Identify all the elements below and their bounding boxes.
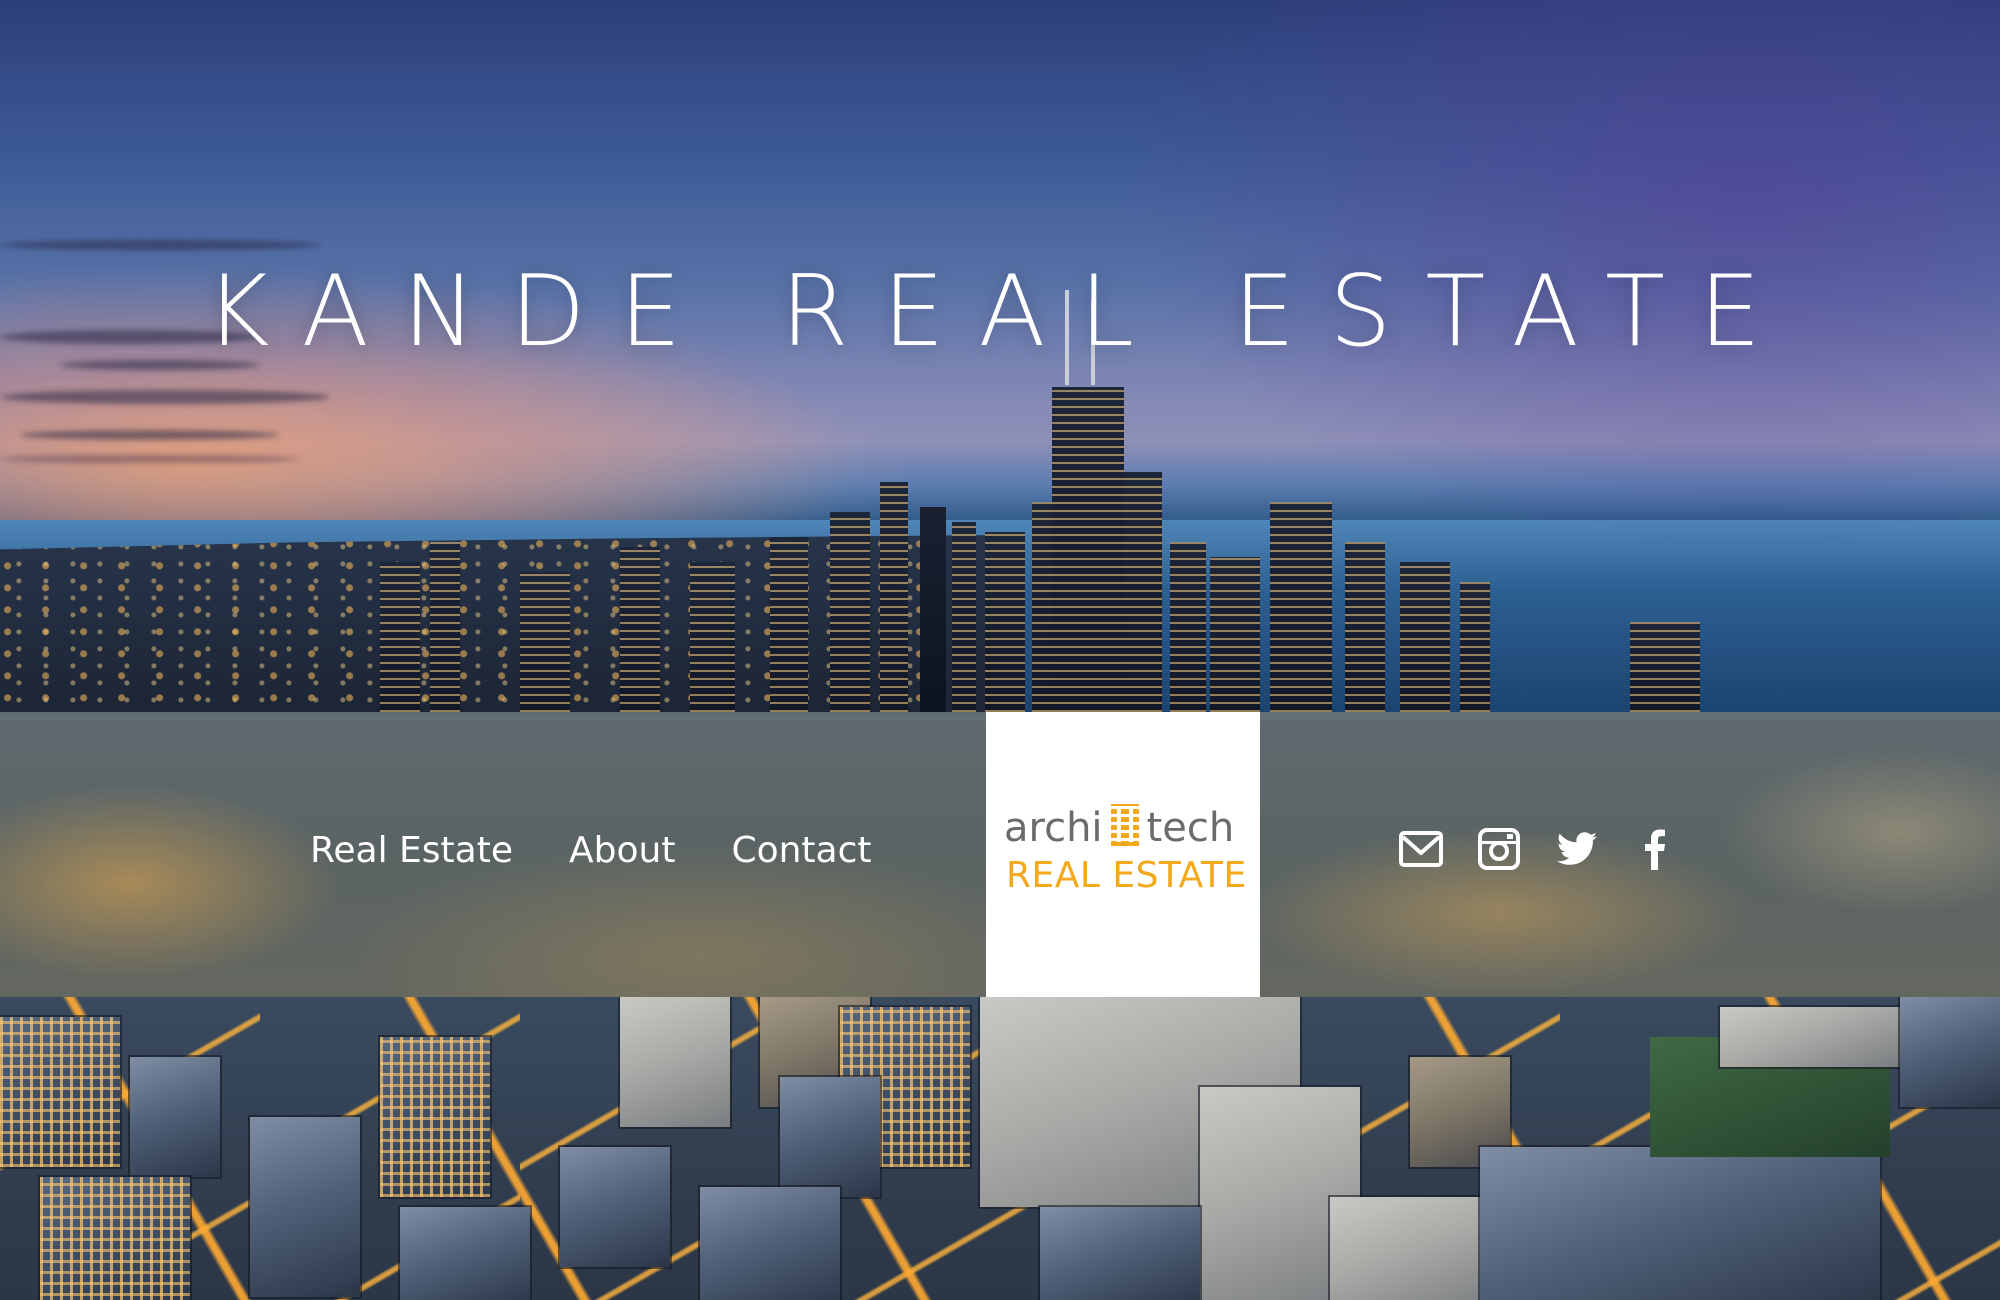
page: KANDE REAL ESTATE Real Estate About Cont… bbox=[0, 0, 2000, 1300]
twitter-icon[interactable] bbox=[1554, 826, 1600, 872]
city-aerial-view bbox=[0, 997, 2000, 1300]
logo-text-archi: archi bbox=[1004, 805, 1103, 851]
tall-tower bbox=[1052, 387, 1124, 712]
brand-logo[interactable]: archi tech REAL ESTATE bbox=[986, 712, 1260, 997]
cloud bbox=[20, 430, 280, 440]
nav-item-about[interactable]: About bbox=[569, 830, 675, 871]
cloud bbox=[0, 240, 320, 250]
logo-subtitle: REAL ESTATE bbox=[1006, 855, 1247, 896]
cloud bbox=[0, 455, 300, 463]
logo-wordmark: archi tech bbox=[1004, 804, 1234, 848]
instagram-icon[interactable] bbox=[1476, 826, 1522, 872]
hero-background: KANDE REAL ESTATE bbox=[0, 0, 2000, 720]
mail-icon[interactable] bbox=[1398, 826, 1444, 872]
facebook-icon[interactable] bbox=[1632, 826, 1678, 872]
hero-title: KANDE REAL ESTATE bbox=[205, 255, 1795, 369]
nav-item-real-estate[interactable]: Real Estate bbox=[310, 830, 513, 871]
cloud bbox=[0, 390, 330, 404]
nav-item-contact[interactable]: Contact bbox=[731, 830, 871, 871]
logo-text-tech: tech bbox=[1146, 805, 1235, 851]
main-nav: Real Estate About Contact bbox=[310, 830, 872, 871]
city-lights bbox=[0, 535, 1000, 715]
navigation-bar: Real Estate About Contact archi tech REA… bbox=[0, 712, 2000, 997]
social-links bbox=[1398, 826, 1678, 872]
lake bbox=[0, 520, 2000, 720]
building-icon bbox=[1110, 804, 1139, 846]
